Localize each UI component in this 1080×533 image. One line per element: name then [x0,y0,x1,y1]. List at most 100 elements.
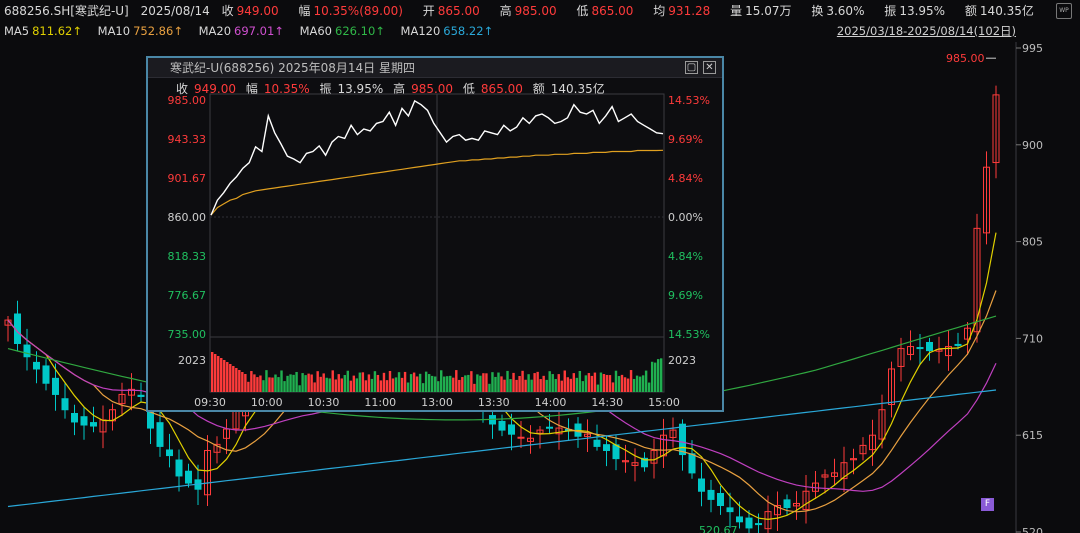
volume-bar [340,378,343,392]
x-tick-label: 11:00 [364,396,396,409]
volume-bar [464,375,467,392]
volume-bar [253,374,256,392]
volume-bar [409,374,413,392]
volume-bar [569,378,572,392]
volume-bar [617,376,621,392]
intraday-chart[interactable]: 985.00 14.53% 943.33 9.69% 901.67 4.84% 860.00… [148,58,722,410]
volume-bar [656,359,660,392]
y-left-label: 985.00 [168,94,207,107]
candle-body [128,388,135,396]
volume-bar [512,372,515,392]
stock-code[interactable]: 688256.SH[寒武纪-U] [4,4,129,18]
y-right-label: 4.84% [668,172,703,185]
volume-bar [310,374,313,392]
candle-body [508,424,515,435]
volume-bar [247,381,250,392]
volume-bar [521,370,524,392]
swing-value: 13.95% [899,4,946,18]
candle-body [764,511,772,530]
volume-bar [235,368,238,392]
candle-body [945,346,952,357]
x-tick-label: 14:00 [535,396,567,409]
volume-bar [322,373,325,392]
volume-bar [415,376,419,392]
y-left-label: 943.33 [168,133,207,146]
y-right-label: 0.00% [668,211,703,224]
f-badge[interactable]: F [981,498,994,511]
volume-bar [364,380,368,392]
volume-bar [563,370,566,392]
volume-bar [316,371,319,392]
candle-body [650,449,658,464]
volume-bar [361,372,365,392]
candle-body [498,420,506,431]
stock-header: 688256.SH[寒武纪-U] 2025/08/14 收 949.00 幅 10.… [0,0,1080,22]
volume-bar [458,379,461,392]
volume-bar [373,371,377,392]
volume-bar [319,376,322,392]
volume-bar [280,370,283,392]
volume-bar [217,356,220,392]
ma20-value: 697.01↑ [234,24,284,38]
date-range[interactable]: 2025/03/18-2025/08/14(102日) [837,22,1016,40]
volume-bar [542,375,545,392]
volume-bar [349,380,353,392]
wp-icon[interactable]: WP [1056,3,1072,19]
amp-label: 幅 [298,4,311,18]
ma60-value: 626.10↑ [335,24,385,38]
x-tick-label: 13:30 [478,396,510,409]
candle-body [840,462,848,480]
volume-bar [358,372,362,392]
y-right-label: 4.84% [668,250,703,263]
volume-bar [608,375,612,392]
y-tick-label: 995 [1022,42,1043,55]
y-tick-label: 520 [1022,526,1043,533]
candle-body [232,409,240,430]
volume-bar [593,372,597,392]
volume-bar [403,371,407,392]
min-price-label: 520.67 [699,524,738,533]
volume-bar [500,376,503,392]
volume-bar [250,371,253,392]
max-price-label: 985.00 [946,52,985,65]
volume-bar [635,375,639,392]
volume-bar [337,374,340,392]
volume-bar [388,370,392,392]
volume-bar [629,370,633,392]
candle-body [90,422,97,427]
candle-body [717,492,724,507]
amt-label: 额 [964,4,977,18]
amp-value: 10.35%(89.00) [313,4,403,18]
volume-bar [494,376,497,392]
volume-bar [602,374,606,392]
candle-body [641,457,648,468]
volume-bar [614,370,618,392]
candle-body [213,443,221,453]
volume-bar [446,376,449,392]
ma60-label: MA60 [299,24,333,38]
volume-bar [397,372,401,392]
volume-bar [584,375,588,392]
intraday-popup[interactable]: 寒武纪-U(688256) 2025年08月14日 星期四 ▢ ✕ 收 949.0… [146,56,724,412]
volume-bar [467,374,470,392]
ma120-label: MA120 [400,24,441,38]
volume-bar [581,381,585,392]
volume-bar [433,376,437,392]
y-right-label: 9.69% [668,133,703,146]
volume-bar [301,373,304,392]
candle-body [793,502,800,507]
volume-bar [307,373,310,392]
candle-body [175,459,183,477]
volume-bar [283,381,286,392]
candle-body [888,368,895,406]
volume-bar [346,370,350,392]
volume-bar [461,377,464,392]
low-label: 低 [576,4,589,18]
volume-bar [452,377,455,392]
low-value: 865.00 [591,4,634,18]
volume-bar [262,380,265,392]
candle-body [745,517,753,529]
volume-bar [382,372,386,392]
volume-bar [611,382,615,392]
volume-bar [650,361,654,392]
